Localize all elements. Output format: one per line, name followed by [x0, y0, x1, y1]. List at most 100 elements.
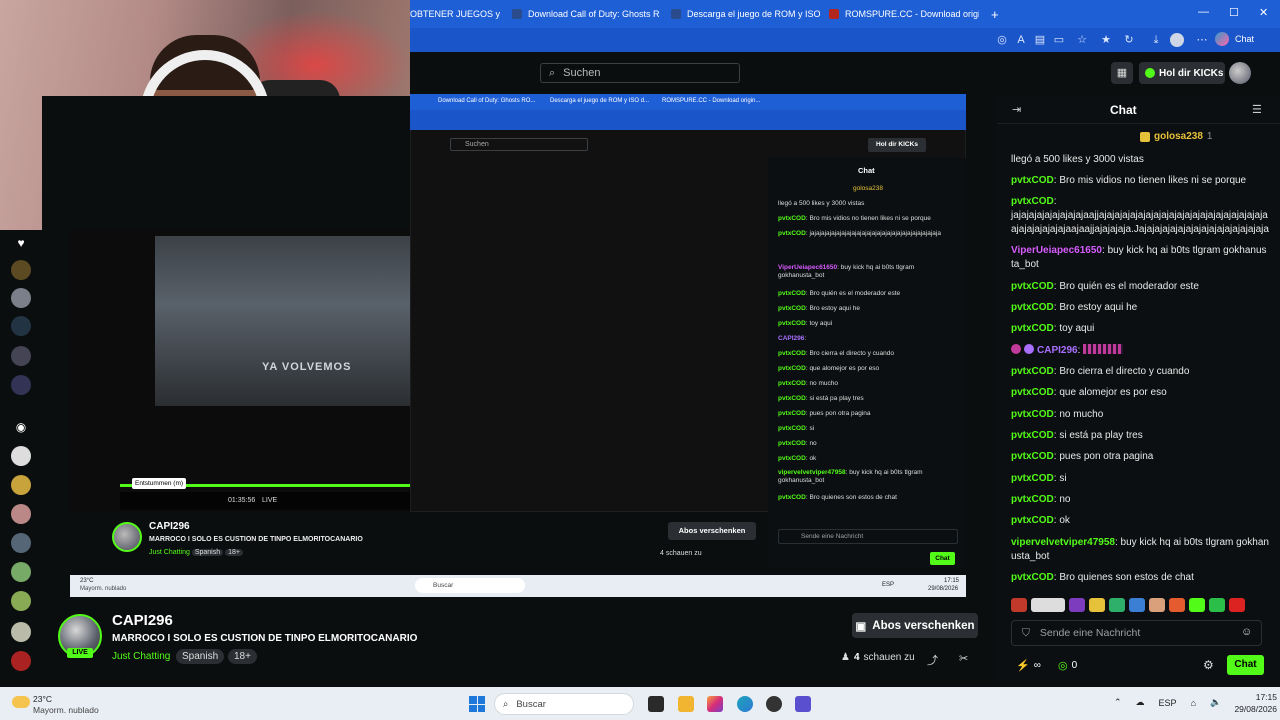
new-tab-button[interactable]: + — [991, 4, 1003, 24]
recommended-channel-avatar[interactable] — [11, 651, 31, 671]
chat-username[interactable]: vipervelvetviper47958 — [1011, 537, 1115, 548]
favorites-icon[interactable]: ★ — [1099, 33, 1113, 47]
weather-temperature[interactable]: 23°C — [33, 694, 52, 704]
recommended-channel-avatar[interactable] — [11, 622, 31, 642]
tag-age[interactable]: 18+ — [228, 649, 257, 664]
chat-username[interactable]: pvtxCOD — [1011, 473, 1054, 484]
chat-settings-icon[interactable]: ⚙ — [1203, 658, 1214, 672]
live-icon[interactable]: ◉ — [11, 420, 31, 440]
heart-icon[interactable]: ♥ — [11, 236, 31, 256]
favorite-star-icon[interactable]: ☆ — [1075, 33, 1089, 47]
chat-username[interactable]: pvtxCOD — [1011, 409, 1054, 420]
reader-icon[interactable]: ▤ — [1033, 33, 1047, 47]
recommended-channel-avatar[interactable] — [11, 504, 31, 524]
gift-subs-button[interactable]: ▣ Abos verschenken — [852, 613, 978, 638]
history-icon[interactable]: ↻ — [1122, 33, 1136, 47]
recommended-channel-avatar[interactable] — [11, 475, 31, 495]
chat-username[interactable]: CAPI296 — [1037, 345, 1078, 356]
task-view-icon[interactable] — [648, 696, 664, 712]
recommended-channel-avatar[interactable] — [11, 446, 31, 466]
recommended-channel-avatar[interactable] — [11, 591, 31, 611]
category-link[interactable]: Just Chatting — [112, 651, 170, 662]
emote-icon[interactable] — [1169, 598, 1185, 612]
chat-username[interactable]: ViperUeiapec61650 — [1011, 245, 1102, 256]
pinned-user[interactable]: golosa238 — [1154, 131, 1203, 142]
chat-username[interactable]: pvtxCOD — [1011, 494, 1054, 505]
chat-username[interactable]: pvtxCOD — [1011, 430, 1054, 441]
followed-channel-avatar[interactable] — [11, 346, 31, 366]
emote-icon[interactable] — [1011, 598, 1027, 612]
emote-icon[interactable] — [1109, 598, 1125, 612]
edge-icon[interactable] — [737, 696, 753, 712]
chat-username[interactable]: pvtxCOD — [1011, 366, 1054, 377]
recommended-channel-avatar[interactable] — [11, 533, 31, 553]
browse-grid-button[interactable]: ▦ — [1111, 62, 1133, 84]
obs-icon[interactable] — [766, 696, 782, 712]
onedrive-icon[interactable]: ☁ — [1136, 697, 1145, 708]
file-explorer-icon[interactable] — [678, 696, 694, 712]
kicks-balance[interactable]: ◎ 0 — [1058, 659, 1077, 672]
taskbar-search[interactable]: ⌕ Buscar — [494, 693, 634, 715]
followed-channel-avatar[interactable] — [11, 260, 31, 280]
split-icon[interactable]: ▭ — [1052, 33, 1066, 47]
emote-icon[interactable] — [1069, 598, 1085, 612]
clock-time[interactable]: 17:15 — [1247, 692, 1277, 702]
emote-icon[interactable] — [1089, 598, 1105, 612]
browser-tab-1[interactable]: OBTENER JUEGOS y R... — [410, 4, 502, 24]
read-aloud-icon[interactable]: A — [1014, 33, 1028, 47]
start-menu-icon[interactable] — [469, 696, 485, 712]
chat-username[interactable]: pvtxCOD — [1011, 323, 1054, 334]
browser-tab-3[interactable]: Descarga el juego de ROM y ISO d... — [671, 4, 821, 24]
tracking-icon[interactable]: ◎ — [995, 33, 1009, 47]
chat-username[interactable]: pvtxCOD — [1011, 451, 1054, 462]
network-icon[interactable]: ⌂ — [1191, 698, 1196, 708]
clip-icon[interactable]: ✂ — [959, 652, 968, 665]
emote-icon[interactable] — [1149, 598, 1165, 612]
copilot-chat-button[interactable]: Chat — [1214, 32, 1254, 46]
clock-date[interactable]: 29/08/2026 — [1226, 704, 1277, 714]
chat-username[interactable]: pvtxCOD — [1011, 387, 1054, 398]
chat-username[interactable]: pvtxCOD — [1011, 175, 1054, 186]
emote-icon[interactable] — [1189, 598, 1205, 612]
chevron-up-icon[interactable]: ⌃ — [1114, 697, 1122, 708]
emote-icon[interactable] — [1229, 598, 1245, 612]
get-kicks-button[interactable]: Hol dir KICKs — [1139, 62, 1225, 84]
chat-username[interactable]: pvtxCOD — [1011, 196, 1054, 207]
volume-icon[interactable]: 🔈 — [1210, 697, 1221, 708]
browser-tab-2[interactable]: Download Call of Duty: Ghosts RO... — [512, 4, 660, 24]
chat-username[interactable]: pvtxCOD — [1011, 281, 1054, 292]
chat-username[interactable]: pvtxCOD — [1011, 572, 1054, 583]
emote-icon[interactable] — [1209, 598, 1225, 612]
emote-icon[interactable] — [1031, 598, 1065, 612]
chat-message-input[interactable]: ⛉ Sende eine Nachricht — [1011, 620, 1262, 646]
search-input[interactable]: ⌕ Suchen — [540, 63, 740, 83]
chat-username[interactable]: pvtxCOD — [1011, 302, 1054, 313]
maximize-icon[interactable]: ☐ — [1229, 6, 1239, 19]
profile-icon[interactable] — [1170, 33, 1184, 47]
share-icon[interactable]: ⤴ — [927, 652, 938, 668]
downloads-icon[interactable]: ⤓ — [1149, 33, 1163, 47]
chat-username[interactable]: pvtxCOD — [1011, 515, 1054, 526]
input-language[interactable]: ESP — [1159, 698, 1177, 708]
close-window-icon[interactable]: ✕ — [1259, 6, 1268, 19]
channel-points[interactable]: ⚡ ∞ — [1016, 659, 1041, 672]
chat-send-button[interactable]: Chat — [1227, 655, 1264, 675]
instagram-icon[interactable] — [707, 696, 723, 712]
browser-tab-4[interactable]: ROMSPURE.CC - Download origin...✕ — [829, 4, 979, 24]
followed-channel-avatar[interactable] — [11, 375, 31, 395]
more-icon[interactable]: ⋯ — [1195, 33, 1209, 47]
tag-language[interactable]: Spanish — [176, 649, 225, 664]
emoji-picker-icon[interactable]: ☺ — [1241, 626, 1252, 638]
weather-icon[interactable] — [12, 696, 30, 708]
weather-description[interactable]: Mayorm. nublado — [33, 705, 99, 715]
emote-icon[interactable] — [1129, 598, 1145, 612]
followed-channel-avatar[interactable] — [11, 316, 31, 336]
chat-users-icon[interactable]: ☰ — [1252, 103, 1262, 116]
channel-name[interactable]: CAPI296 — [112, 612, 173, 629]
user-avatar[interactable] — [1229, 62, 1251, 84]
followed-channel-avatar[interactable] — [11, 288, 31, 308]
collapse-chat-icon[interactable]: ⇥ — [1012, 103, 1021, 116]
recommended-channel-avatar[interactable] — [11, 562, 31, 582]
app-icon[interactable] — [795, 696, 811, 712]
minimize-icon[interactable]: — — [1198, 6, 1209, 18]
